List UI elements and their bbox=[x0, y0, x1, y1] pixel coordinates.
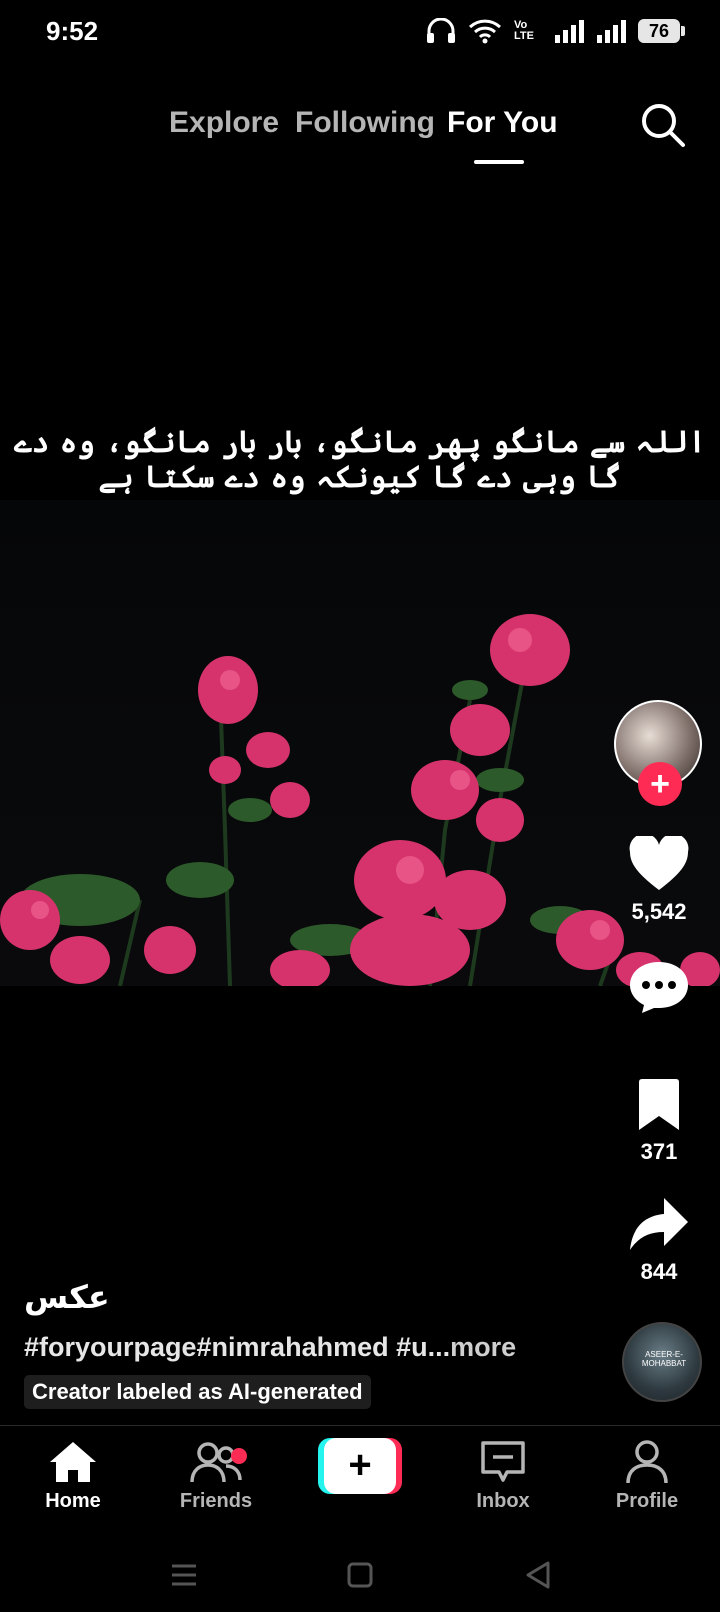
headphones-icon bbox=[427, 18, 455, 43]
comment-button[interactable] bbox=[614, 958, 704, 1019]
like-button[interactable]: 5,542 bbox=[614, 833, 704, 925]
sound-disc[interactable]: ASEER-E-MOHABBAT bbox=[622, 1322, 702, 1402]
nav-profile-label: Profile bbox=[615, 1490, 679, 1512]
video-player[interactable] bbox=[0, 500, 720, 986]
sound-disc-label: ASEER-E-MOHABBAT bbox=[641, 1350, 687, 1368]
post-caption[interactable]: #foryourpage#nimrahahmed #u...more bbox=[24, 1332, 516, 1363]
profile-icon bbox=[626, 1440, 668, 1484]
status-bar: 9:52 Vo LTE 76 bbox=[0, 0, 720, 64]
feed-tabs: Explore Following For You bbox=[0, 100, 720, 170]
flowers-image bbox=[0, 614, 720, 986]
friends-notification-dot bbox=[231, 1448, 247, 1464]
video-overlay-text: اللہ سے مانگو پھر مانگو، بار بار مانگو، … bbox=[14, 425, 706, 495]
signal-icon bbox=[555, 20, 584, 43]
share-count: 844 bbox=[640, 1259, 678, 1284]
follow-button[interactable]: + bbox=[638, 762, 682, 806]
share-icon bbox=[630, 1198, 688, 1250]
system-navigation bbox=[0, 1535, 720, 1612]
more-link[interactable]: more bbox=[450, 1332, 516, 1362]
signal-icon-2 bbox=[597, 20, 626, 43]
nav-friends[interactable]: Friends bbox=[156, 1440, 276, 1513]
share-button[interactable]: 844 bbox=[614, 1196, 704, 1285]
volte-indicator: Vo LTE bbox=[514, 19, 534, 42]
home-icon bbox=[50, 1442, 96, 1482]
bottom-nav: Home Friends + Inbox Profile bbox=[0, 1425, 720, 1536]
recents-icon[interactable] bbox=[164, 1555, 204, 1595]
author-name[interactable]: عکس bbox=[24, 1278, 110, 1316]
comment-icon bbox=[630, 962, 688, 1013]
bookmark-icon bbox=[639, 1079, 679, 1130]
status-icons: Vo LTE 76 bbox=[426, 18, 685, 44]
search-icon[interactable] bbox=[638, 100, 688, 150]
bookmark-count: 371 bbox=[640, 1139, 678, 1164]
status-time: 9:52 bbox=[46, 16, 99, 46]
nav-profile[interactable]: Profile bbox=[587, 1440, 707, 1513]
like-count: 5,542 bbox=[631, 899, 687, 924]
wifi-icon bbox=[468, 19, 502, 44]
hashtags-text[interactable]: #foryourpage#nimrahahmed #u... bbox=[24, 1332, 450, 1362]
tab-following[interactable]: Following bbox=[295, 106, 435, 140]
nav-friends-label: Friends bbox=[179, 1490, 253, 1512]
nav-inbox-label: Inbox bbox=[476, 1490, 530, 1512]
nav-inbox[interactable]: Inbox bbox=[443, 1440, 563, 1513]
tab-explore[interactable]: Explore bbox=[169, 106, 279, 140]
home-system-icon[interactable] bbox=[340, 1555, 380, 1595]
ai-generated-label: Creator labeled as AI-generated bbox=[24, 1375, 371, 1409]
back-icon[interactable] bbox=[518, 1555, 558, 1595]
inbox-icon bbox=[481, 1441, 525, 1482]
nav-home-label: Home bbox=[45, 1490, 101, 1512]
active-tab-indicator bbox=[474, 160, 524, 164]
tab-for-you[interactable]: For You bbox=[447, 106, 558, 140]
battery-icon: 76 bbox=[638, 19, 685, 43]
bookmark-button[interactable]: 371 bbox=[614, 1078, 704, 1165]
create-button[interactable]: + bbox=[318, 1438, 402, 1494]
heart-icon bbox=[629, 833, 689, 890]
plus-icon: + bbox=[324, 1438, 396, 1494]
nav-home[interactable]: Home bbox=[13, 1440, 133, 1513]
